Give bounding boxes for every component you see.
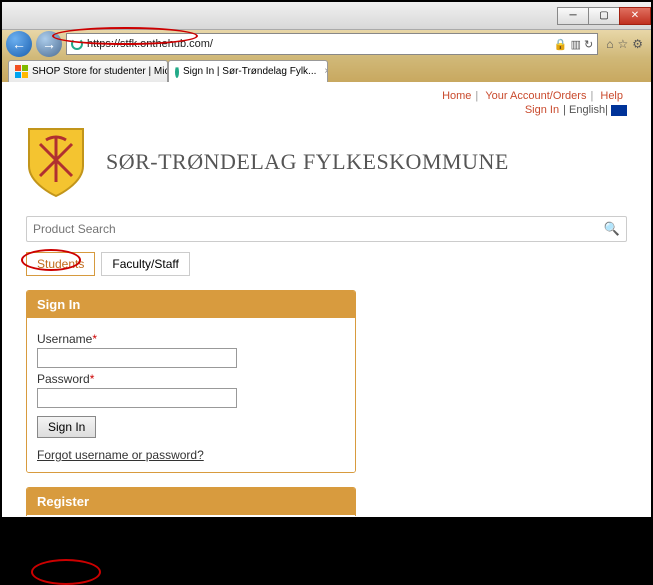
window-titlebar: ─ ▢ ✕ [2,2,651,30]
register-panel: Register Need to request an account or c… [26,487,356,516]
tools-gear-icon[interactable]: ⚙ [632,37,643,51]
link-home[interactable]: Home [442,90,471,102]
link-sign-in[interactable]: Sign In [525,104,559,116]
window-maximize-button[interactable]: ▢ [588,7,620,25]
tab-close-icon[interactable]: × [324,66,328,77]
search-icon[interactable]: 🔍 [604,221,620,237]
link-help[interactable]: Help [600,90,623,102]
url-bar-icons: 🔒 ▥ ↻ [554,38,593,51]
browser-tab[interactable]: SHOP Store for studenter | Mic... [8,60,168,82]
browser-tabstrip: SHOP Store for studenter | Mic... Sign I… [2,58,651,82]
browser-nav-bar: ← → https://stfk.onthehub.com/ 🔒 ▥ ↻ ⌂ ☆… [2,30,651,58]
password-label: Password* [37,372,345,386]
org-title: SØR-TRØNDELAG FYLKESKOMMUNE [106,149,509,175]
username-field[interactable] [37,348,237,368]
top-link-row-2: Sign In| English| [26,104,627,116]
nav-forward-button[interactable]: → [36,31,62,57]
search-input[interactable] [33,222,604,236]
nav-back-button[interactable]: ← [6,31,32,57]
product-search-bar[interactable]: 🔍 [26,216,627,242]
org-header: SØR-TRØNDELAG FYLKESKOMMUNE [26,126,627,198]
lock-icon: 🔒 [554,38,568,51]
top-link-row-1: Home| Your Account/Orders| Help [26,90,627,102]
tab-label: Sign In | Sør-Trøndelag Fylk... [183,66,316,77]
sign-in-panel: Sign In Username* Password* Sign In Forg… [26,290,356,473]
tab-faculty-label: Faculty/Staff [112,257,178,271]
language-label[interactable]: English [569,104,605,116]
browser-tab[interactable]: Sign In | Sør-Trøndelag Fylk... × [168,60,328,82]
refresh-icon[interactable]: ↻ [584,38,593,51]
compat-icon[interactable]: ▥ [571,38,581,51]
register-panel-header: Register [27,488,355,515]
url-text: https://stfk.onthehub.com/ [87,38,213,50]
password-field[interactable] [37,388,237,408]
address-bar[interactable]: https://stfk.onthehub.com/ 🔒 ▥ ↻ [66,33,598,55]
home-icon[interactable]: ⌂ [606,37,613,51]
page-content: Home| Your Account/Orders| Help Sign In|… [2,82,651,516]
microsoft-favicon [15,65,28,78]
tab-label: SHOP Store for studenter | Mic... [32,66,168,77]
site-favicon [175,66,179,78]
tab-students[interactable]: Students [26,252,95,276]
role-tabs: Students Faculty/Staff [26,252,627,276]
eu-flag-icon[interactable] [611,105,627,116]
coat-of-arms-icon [26,126,86,198]
window-close-button[interactable]: ✕ [619,7,651,25]
sign-in-panel-header: Sign In [27,291,355,318]
sign-in-button[interactable]: Sign In [37,416,96,438]
favorites-icon[interactable]: ☆ [617,37,628,51]
link-account-orders[interactable]: Your Account/Orders [485,90,586,102]
site-identity-icon [71,38,83,50]
forgot-link[interactable]: Forgot username or password? [37,448,345,462]
tab-faculty-staff[interactable]: Faculty/Staff [101,252,189,276]
username-label: Username* [37,332,345,346]
tab-students-label: Students [37,257,84,271]
window-minimize-button[interactable]: ─ [557,7,589,25]
